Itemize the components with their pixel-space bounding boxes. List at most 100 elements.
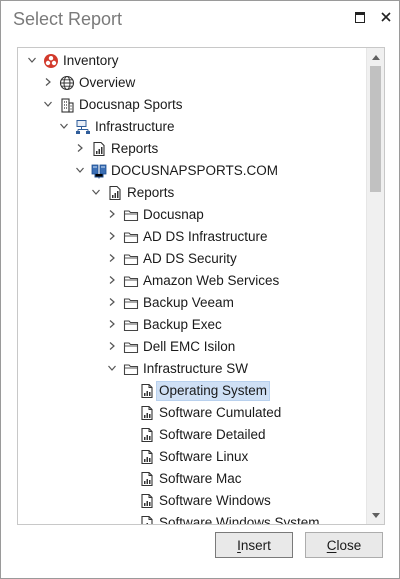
expand-chevron-icon[interactable]	[106, 208, 118, 220]
close-button-label: lose	[336, 537, 362, 553]
close-button[interactable]: Close	[305, 532, 383, 558]
inventory-icon	[43, 53, 59, 69]
scroll-down-button[interactable]	[367, 507, 384, 524]
report-tree[interactable]: Inventory Overview Docusnap Sports Infrastr…	[17, 47, 385, 525]
tree-item-label[interactable]: Reports	[109, 140, 160, 158]
insert-button-label: nsert	[240, 537, 271, 553]
tree-row[interactable]: Software Detailed	[18, 424, 366, 446]
expand-chevron-icon[interactable]	[106, 230, 118, 242]
tree-item-label[interactable]: Docusnap	[141, 206, 206, 224]
tree-row[interactable]: Overview	[18, 72, 366, 94]
tree-row[interactable]: Reports	[18, 138, 366, 160]
tree-item-label[interactable]: Software Windows System	[157, 514, 322, 524]
collapse-chevron-icon[interactable]	[74, 164, 86, 176]
dialog-title: Select Report	[13, 9, 123, 29]
tree-item-label[interactable]: Amazon Web Services	[141, 272, 281, 290]
collapse-chevron-icon[interactable]	[106, 362, 118, 374]
report-icon	[91, 141, 107, 157]
tree-item-label[interactable]: Software Mac	[157, 470, 244, 488]
network-icon	[75, 119, 91, 135]
tree-item-label[interactable]: Docusnap Sports	[77, 96, 185, 114]
tree-item-label[interactable]: Dell EMC Isilon	[141, 338, 237, 356]
tree-row[interactable]: Software Mac	[18, 468, 366, 490]
tree-item-label[interactable]: Inventory	[61, 52, 121, 70]
tree-item-label[interactable]: DOCUSNAPSPORTS.COM	[109, 162, 280, 180]
folder-icon	[123, 207, 139, 223]
tree-row[interactable]: Operating System	[18, 380, 366, 402]
expand-chevron-icon[interactable]	[106, 252, 118, 264]
tree-item-label[interactable]: Operating System	[155, 381, 271, 401]
tree-item-label[interactable]: Software Windows	[157, 492, 273, 510]
insert-button[interactable]: Insert	[215, 532, 293, 558]
tree-item-label[interactable]: Overview	[77, 74, 137, 92]
tree-item-label[interactable]: Infrastructure SW	[141, 360, 250, 378]
tree-row[interactable]: AD DS Security	[18, 248, 366, 270]
report-file-icon	[139, 405, 155, 421]
expand-chevron-icon[interactable]	[106, 274, 118, 286]
collapse-chevron-icon[interactable]	[58, 120, 70, 132]
folder-icon	[123, 339, 139, 355]
close-window-button[interactable]	[374, 7, 398, 27]
folder-icon	[123, 295, 139, 311]
globe-icon	[59, 75, 75, 91]
folder-icon	[123, 229, 139, 245]
expand-chevron-icon[interactable]	[42, 76, 54, 88]
tree-row[interactable]: Inventory	[18, 50, 366, 72]
tree-row[interactable]: Software Cumulated	[18, 402, 366, 424]
tree-row[interactable]: Infrastructure SW	[18, 358, 366, 380]
tree-item-label[interactable]: Software Linux	[157, 448, 250, 466]
scroll-up-button[interactable]	[367, 48, 384, 65]
collapse-chevron-icon[interactable]	[90, 186, 102, 198]
report-icon	[107, 185, 123, 201]
domain-icon	[91, 163, 107, 179]
report-file-icon	[139, 471, 155, 487]
tree-item-label[interactable]: Infrastructure	[93, 118, 177, 136]
tree-item-label[interactable]: Backup Veeam	[141, 294, 236, 312]
report-file-icon	[139, 383, 155, 399]
tree-row[interactable]: Infrastructure	[18, 116, 366, 138]
expand-chevron-icon[interactable]	[106, 318, 118, 330]
maximize-button[interactable]	[348, 7, 372, 27]
tree-item-label[interactable]: Software Cumulated	[157, 404, 283, 422]
tree-row[interactable]: DOCUSNAPSPORTS.COM	[18, 160, 366, 182]
tree-row[interactable]: Docusnap Sports	[18, 94, 366, 116]
tree-row[interactable]: Backup Exec	[18, 314, 366, 336]
tree-row[interactable]: Software Windows System	[18, 512, 366, 524]
close-icon	[381, 12, 391, 22]
report-file-icon	[139, 427, 155, 443]
tree-row[interactable]: Docusnap	[18, 204, 366, 226]
tree-row[interactable]: Backup Veeam	[18, 292, 366, 314]
scrollbar-thumb[interactable]	[370, 66, 381, 192]
folder-icon	[123, 273, 139, 289]
tree-row[interactable]: Amazon Web Services	[18, 270, 366, 292]
tree-rows: Inventory Overview Docusnap Sports Infrastr…	[18, 50, 366, 524]
tree-row[interactable]: AD DS Infrastructure	[18, 226, 366, 248]
title-bar: Select Report	[1, 1, 399, 39]
collapse-chevron-icon[interactable]	[42, 98, 54, 110]
tree-row[interactable]: Reports	[18, 182, 366, 204]
close-button-accel: C	[326, 537, 337, 553]
tree-item-label[interactable]: AD DS Security	[141, 250, 239, 268]
report-file-icon	[139, 493, 155, 509]
tree-item-label[interactable]: Backup Exec	[141, 316, 224, 334]
tree-row[interactable]: Dell EMC Isilon	[18, 336, 366, 358]
scroll-up-icon	[371, 54, 380, 60]
folder-icon	[123, 317, 139, 333]
report-file-icon	[139, 515, 155, 524]
scroll-down-icon	[371, 512, 380, 518]
tree-row[interactable]: Software Linux	[18, 446, 366, 468]
collapse-chevron-icon[interactable]	[26, 54, 38, 66]
expand-chevron-icon[interactable]	[74, 142, 86, 154]
tree-row[interactable]: Software Windows	[18, 490, 366, 512]
expand-chevron-icon[interactable]	[106, 340, 118, 352]
building-icon	[59, 97, 75, 113]
tree-item-label[interactable]: AD DS Infrastructure	[141, 228, 270, 246]
folder-icon	[123, 251, 139, 267]
expand-chevron-icon[interactable]	[106, 296, 118, 308]
tree-item-label[interactable]: Software Detailed	[157, 426, 268, 444]
folder-icon	[123, 361, 139, 377]
report-file-icon	[139, 449, 155, 465]
maximize-icon	[355, 11, 365, 23]
vertical-scrollbar[interactable]	[366, 48, 384, 524]
tree-item-label[interactable]: Reports	[125, 184, 176, 202]
